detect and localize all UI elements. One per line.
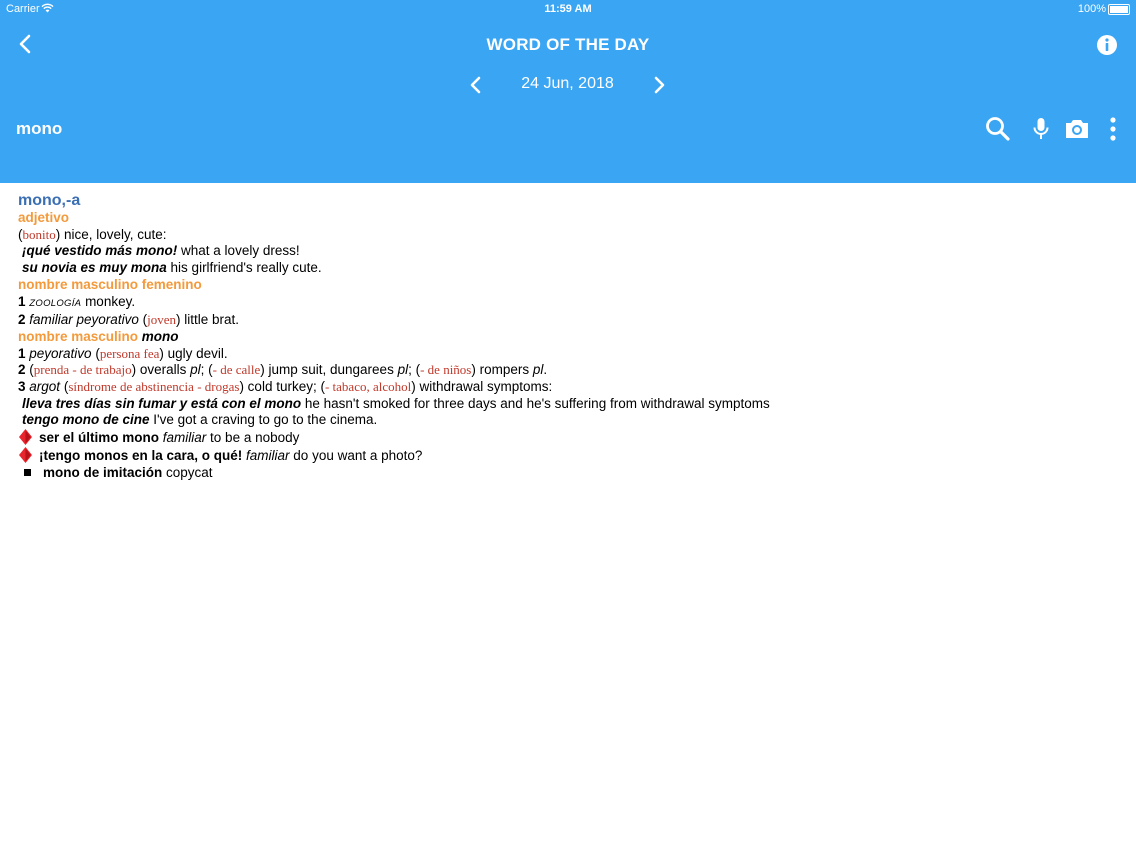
paren: ( — [138, 312, 148, 328]
status-time: 11:59 AM — [544, 3, 592, 15]
grammar-label: pl — [397, 362, 409, 378]
dictionary-entry: mono,-a adjetivo (bonito) nice, lovely, … — [18, 192, 1118, 481]
sense-indicator: prenda - de trabajo — [33, 362, 132, 378]
search-icon — [986, 117, 1010, 141]
register-label: familiar — [242, 447, 290, 463]
more-vertical-icon — [1110, 117, 1116, 141]
chevron-right-icon — [654, 76, 665, 94]
example: tengo mono de cine I've got a craving to… — [18, 412, 1118, 429]
example-translation: I've got a craving to go to the cinema. — [149, 412, 378, 428]
adj-sense: (bonito) nice, lovely, cute: — [18, 227, 1118, 244]
sense-number: 3 — [18, 379, 26, 395]
microphone-icon — [1033, 118, 1049, 139]
field-label: ZOOLOGÍA — [29, 297, 82, 309]
next-day-button[interactable] — [647, 72, 671, 98]
register-label: familiar — [159, 430, 207, 446]
example-source: su novia es muy mona — [22, 260, 167, 276]
sense-indicator: - de calle — [212, 362, 261, 378]
translation: copycat — [162, 464, 213, 480]
headword: mono,-a — [18, 192, 81, 209]
example-translation: he hasn't smoked for three days and he's… — [301, 395, 770, 411]
camera-button[interactable] — [1061, 114, 1093, 144]
sense: 2 familiar peyorativo (joven) little bra… — [18, 312, 1118, 329]
date-label: 24 Jun, 2018 — [521, 75, 614, 92]
translation: do you want a photo? — [289, 447, 423, 463]
more-options-button[interactable] — [1102, 114, 1124, 144]
compound-bullet-icon — [24, 468, 31, 476]
grammar-label: pl — [532, 362, 544, 378]
sense-indicator: - tabaco, alcohol — [324, 379, 412, 395]
pos-noun-mf: nombre masculino femenino — [18, 276, 202, 292]
idiom-diamond-icon — [18, 446, 33, 463]
chevron-left-icon — [470, 76, 481, 94]
paren: ( — [91, 345, 100, 361]
sense-number: 2 — [18, 312, 26, 328]
register-label: peyorativo — [29, 345, 92, 361]
translation: ) rompers — [471, 362, 533, 378]
example-source: ¡qué vestido más mono! — [22, 243, 178, 259]
idiom-phrase: ¡tengo monos en la cara, o qué! — [39, 447, 243, 463]
translation: ) jump suit, dungarees — [260, 362, 398, 378]
paren: ( — [25, 362, 34, 378]
compound: mono de imitación copycat — [18, 465, 1118, 482]
register-label: argot — [29, 379, 61, 395]
example-translation: what a lovely dress! — [177, 243, 300, 259]
translation: ) overalls — [131, 362, 191, 378]
sense: 1 ZOOLOGÍA monkey. — [18, 294, 1118, 313]
separator: ; ( — [200, 362, 213, 378]
example-source: tengo mono de cine — [22, 412, 150, 428]
sense-indicator: joven — [147, 312, 176, 328]
search-button[interactable] — [983, 114, 1013, 144]
status-bar: Carrier 11:59 AM 100% — [0, 0, 1136, 18]
example: su novia es muy mona his girlfriend's re… — [18, 260, 1118, 277]
search-word[interactable]: mono — [16, 119, 62, 139]
page-title: WORD OF THE DAY — [486, 35, 650, 54]
translation: ) cold turkey; ( — [239, 379, 325, 395]
voice-search-button[interactable] — [1027, 114, 1055, 144]
sense-number: 1 — [18, 345, 26, 361]
battery-icon — [1108, 4, 1130, 15]
sense-indicator: persona fea — [99, 345, 160, 361]
grammar-label: pl — [190, 362, 201, 378]
pos-label: nombre masculino — [18, 328, 139, 344]
idiom-phrase: ser el último mono — [39, 430, 160, 446]
sense: 1 peyorativo (persona fea) ugly devil. — [18, 346, 1118, 363]
previous-day-button[interactable] — [464, 72, 488, 98]
translation: ) little brat. — [175, 312, 239, 328]
info-button[interactable] — [1094, 32, 1120, 58]
battery-percent: 100% — [1077, 3, 1106, 15]
sense-indicator: - de niños — [420, 362, 472, 378]
sense: 3 argot (síndrome de abstinencia - droga… — [18, 379, 1118, 396]
example-source: lleva tres días sin fumar y está con el … — [22, 395, 302, 411]
info-icon — [1097, 35, 1117, 55]
idiom: ¡tengo monos en la cara, o qué! familiar… — [18, 446, 1118, 465]
pos-adjective: adjetivo — [18, 210, 70, 225]
pos-noun-m: nombre masculino mono — [18, 329, 1118, 346]
app-header: Carrier 11:59 AM 100% WORD OF THE DAY 24… — [0, 0, 1136, 183]
sense-number: 2 — [18, 362, 26, 378]
sense-indicator: síndrome de abstinencia - drogas — [68, 379, 240, 395]
idiom: ser el último mono familiar to be a nobo… — [18, 429, 1118, 447]
translation: monkey. — [81, 293, 136, 309]
translation: ) withdrawal symptoms: — [411, 379, 553, 395]
translation: ) ugly devil. — [159, 345, 228, 361]
separator: ; ( — [408, 362, 421, 378]
camera-icon — [1066, 120, 1088, 138]
example: ¡qué vestido más mono! what a lovely dre… — [18, 243, 1118, 260]
pos-word: mono — [141, 328, 179, 344]
idiom-diamond-icon — [18, 429, 33, 446]
example: lleva tres días sin fumar y está con el … — [18, 396, 1118, 413]
sense-indicator: bonito — [22, 226, 56, 242]
register-label: familiar peyorativo — [29, 312, 139, 328]
example-translation: his girlfriend's really cute. — [166, 260, 322, 276]
sense: 2 (prenda - de trabajo) overalls pl; (- … — [18, 362, 1118, 379]
translation: to be a nobody — [206, 430, 300, 446]
punctuation: . — [543, 362, 548, 378]
compound-phrase: mono de imitación — [43, 464, 163, 480]
sense-number: 1 — [18, 293, 26, 309]
translation: ) nice, lovely, cute: — [55, 226, 167, 242]
